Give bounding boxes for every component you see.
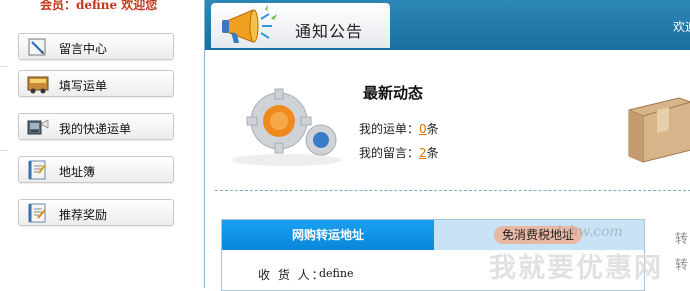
watermark-url: lyhw.com <box>557 224 623 240</box>
sidebar-item-fill-waybill[interactable]: 填写运单 <box>18 70 174 97</box>
notice-header-bar: 通知公告 欢迎 <box>205 0 690 50</box>
truck-icon <box>27 76 49 94</box>
package-box-icon <box>628 97 690 163</box>
sidebar-item-label: 留言中心 <box>59 42 108 56</box>
section-divider <box>215 190 690 191</box>
sidebar-item-label: 推荐奖励 <box>59 208 108 222</box>
scanner-icon <box>27 119 49 135</box>
message-stat-unit: 条 <box>426 146 439 160</box>
sidebar-divider <box>0 150 8 151</box>
sidebar-item-label: 填写运单 <box>59 79 108 93</box>
notepad-icon <box>28 203 46 223</box>
receiver-value: define <box>319 267 354 280</box>
message-count-link[interactable]: 2 <box>419 146 427 160</box>
sidebar-divider <box>0 66 8 67</box>
waybill-count-link[interactable]: 0 <box>419 122 427 136</box>
sidebar: 会员：define 欢迎您 留言中心 填写运单 我的快递运单 地址簿 推荐奖励 <box>0 0 200 288</box>
sidebar-item-referral-reward[interactable]: 推荐奖励 <box>18 199 174 226</box>
edge-text: 转 <box>675 258 689 273</box>
sidebar-item-message-center[interactable]: 留言中心 <box>18 33 174 60</box>
header-welcome-text: 欢迎 <box>672 20 690 34</box>
sidebar-item-address-book[interactable]: 地址簿 <box>18 156 174 183</box>
tab-notice[interactable]: 通知公告 <box>211 3 390 48</box>
gears-icon <box>232 88 342 166</box>
waybill-stat-label: 我的运单： <box>359 122 420 136</box>
sidebar-item-my-waybills[interactable]: 我的快递运单 <box>18 113 174 140</box>
receiver-label: 收 货 人： <box>258 268 326 282</box>
waybill-stat-unit: 条 <box>426 122 439 136</box>
main-panel: 通知公告 欢迎 最新动态 我的运单：0条 我的留言：2条 <box>204 0 690 291</box>
message-stat: 我的留言：2条 <box>359 144 439 161</box>
member-welcome: 会员：define 欢迎您 <box>40 0 158 12</box>
watermark-text: 我就要优惠网 <box>489 253 663 284</box>
waybill-stat: 我的运单：0条 <box>359 120 439 137</box>
tab-title: 通知公告 <box>295 22 364 41</box>
tab-shopping-forward-address[interactable]: 网购转运地址 <box>222 220 434 250</box>
news-title: 最新动态 <box>363 84 424 102</box>
pen-icon <box>28 38 46 56</box>
message-stat-label: 我的留言： <box>359 146 420 160</box>
address-book-icon <box>28 160 46 180</box>
edge-text: 转 <box>675 232 689 247</box>
megaphone-icon <box>222 5 277 43</box>
sidebar-item-label: 地址簿 <box>59 165 96 179</box>
sidebar-item-label: 我的快递运单 <box>59 122 132 136</box>
